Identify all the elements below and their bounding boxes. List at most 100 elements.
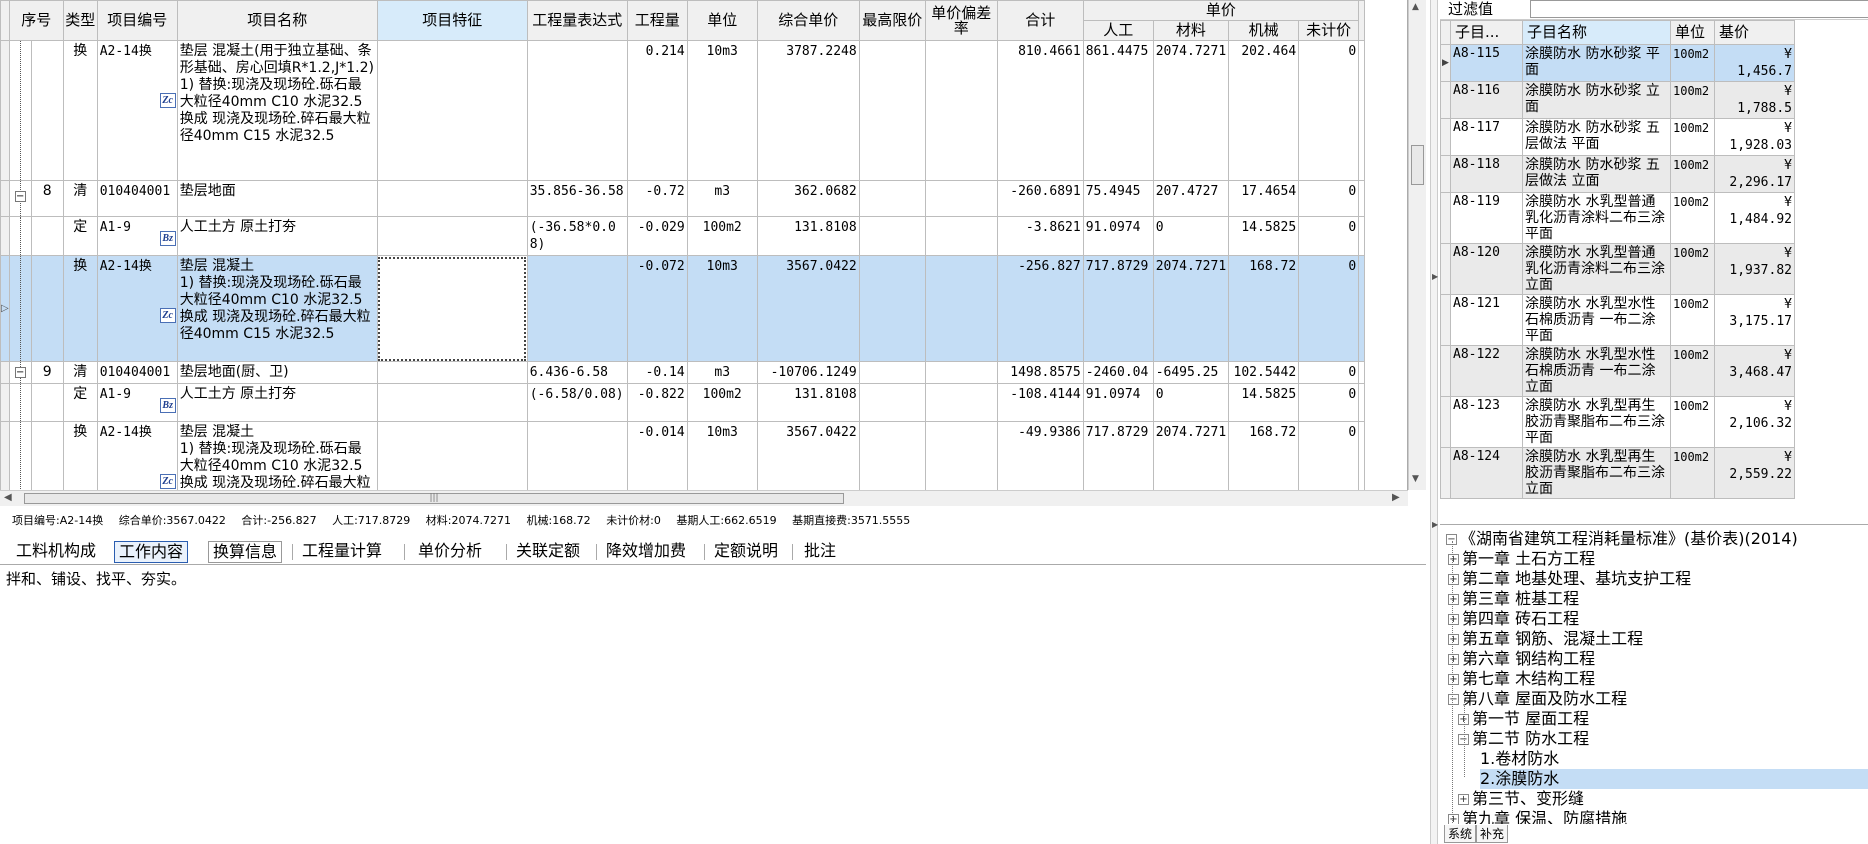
cell-material[interactable]: -6495.25 bbox=[1152, 361, 1230, 384]
cell-labor[interactable]: 91.0974 bbox=[1082, 216, 1154, 256]
quota-price[interactable]: ¥1,937.82 bbox=[1714, 243, 1795, 295]
cell-material[interactable]: 2074.7271 bbox=[1152, 255, 1230, 362]
quota-unit[interactable]: 100m2 bbox=[1670, 294, 1715, 346]
cell-total[interactable]: -260.6891 bbox=[996, 180, 1084, 217]
row-indicator[interactable] bbox=[1440, 396, 1451, 448]
table-row[interactable]: 定 A1-9 Bz 人工土方 原土打夯 (-6.58/0.08) -0.822 100m2 1… bbox=[0, 383, 1366, 422]
cell-total[interactable]: -108.4144 bbox=[996, 383, 1084, 422]
scroll-down-icon[interactable]: ▼ bbox=[1412, 474, 1419, 484]
table-row[interactable]: 换 A2-14换 Zc 垫层 混凝土 1) 替换:现浇及现场砼.砾石最大粒径40mm … bbox=[0, 421, 1366, 490]
cell-unpriced[interactable]: 0 bbox=[1298, 421, 1360, 490]
header-unit-price[interactable]: 综合单价 bbox=[756, 0, 860, 41]
cell-labor[interactable]: 717.8729 bbox=[1082, 255, 1154, 362]
tab-quota-notes[interactable]: 定额说明 bbox=[710, 541, 782, 563]
collapse-icon[interactable]: − bbox=[1448, 694, 1459, 705]
tree-item[interactable]: 1.卷材防水 bbox=[1480, 749, 1559, 769]
cell-qty-expr[interactable] bbox=[526, 255, 628, 362]
tab-price-analysis[interactable]: 单价分析 bbox=[414, 541, 486, 563]
cell-type[interactable]: 定 bbox=[62, 383, 98, 422]
hscroll-thumb[interactable]: ||| bbox=[24, 493, 844, 504]
cell-name[interactable]: 垫层 混凝土 1) 替换:现浇及现场砼.砾石最大粒径40mm C10 水泥32.… bbox=[176, 421, 378, 490]
table-row[interactable]: − 9 清 010404001 垫层地面(厨、卫) 6.436-6.58 -0.14 m3-… bbox=[0, 361, 1366, 384]
quota-price[interactable]: ¥1,928.03 bbox=[1714, 118, 1795, 156]
row-indicator[interactable] bbox=[1440, 447, 1451, 499]
row-indicator[interactable] bbox=[1440, 155, 1451, 193]
cell-deviation[interactable] bbox=[924, 383, 998, 422]
rgrid-header-name[interactable]: 子目名称 bbox=[1522, 20, 1671, 45]
quota-price[interactable]: ¥2,106.32 bbox=[1714, 396, 1795, 448]
quota-code[interactable]: A8-121 bbox=[1450, 294, 1523, 346]
cell-total[interactable]: -256.827 bbox=[996, 255, 1084, 362]
cell-max-price[interactable] bbox=[858, 180, 926, 217]
tree-chapter[interactable]: + 第四章 砖石工程 bbox=[1448, 609, 1579, 629]
cell-code[interactable]: A2-14换 Zc bbox=[96, 40, 178, 181]
quota-code[interactable]: A8-119 bbox=[1450, 192, 1523, 244]
quota-unit[interactable]: 100m2 bbox=[1670, 447, 1715, 499]
tree-chapter[interactable]: + 第七章 木结构工程 bbox=[1448, 669, 1595, 689]
quota-unit[interactable]: 100m2 bbox=[1670, 192, 1715, 244]
tree-section[interactable]: − 第二节 防水工程 bbox=[1458, 729, 1589, 749]
cell-machine[interactable]: 14.5825 bbox=[1228, 216, 1300, 256]
cell-unit-price[interactable]: 131.8108 bbox=[756, 216, 860, 256]
cell-labor[interactable]: -2460.04 bbox=[1082, 361, 1154, 384]
quota-name[interactable]: 涂膜防水 防水砂浆 五层做法 平面 bbox=[1522, 118, 1671, 156]
cell-feature[interactable] bbox=[376, 383, 528, 422]
row-indicator[interactable] bbox=[1440, 294, 1451, 346]
cell-code[interactable]: A1-9 Bz bbox=[96, 383, 178, 422]
quota-unit[interactable]: 100m2 bbox=[1670, 118, 1715, 156]
row-indicator[interactable] bbox=[0, 361, 10, 384]
quota-chapter-tree[interactable]: − 《湖南省建筑工程消耗量标准》(基价表)(2014) + 第一章 土石方工程 + 第二章… bbox=[1440, 524, 1868, 824]
quota-code[interactable]: A8-123 bbox=[1450, 396, 1523, 448]
panel-splitter[interactable]: ▶ ▶ bbox=[1430, 0, 1438, 844]
cell-seq[interactable]: 8 bbox=[30, 180, 64, 217]
cell-machine[interactable]: 102.5442 bbox=[1228, 361, 1300, 384]
quota-price[interactable]: ¥3,468.47 bbox=[1714, 345, 1795, 397]
quota-unit[interactable]: 100m2 bbox=[1670, 81, 1715, 119]
rgrid-header-price[interactable]: 基价 bbox=[1714, 20, 1795, 45]
header-name[interactable]: 项目名称 bbox=[176, 0, 378, 41]
row-indicator[interactable] bbox=[0, 40, 10, 181]
expand-icon[interactable]: + bbox=[1448, 594, 1459, 605]
cell-unit[interactable]: 100m2 bbox=[686, 216, 758, 256]
cell-name[interactable]: 垫层地面 bbox=[176, 180, 378, 217]
cell-qty-expr[interactable] bbox=[526, 421, 628, 490]
cell-labor[interactable]: 75.4945 bbox=[1082, 180, 1154, 217]
cell-name[interactable]: 人工土方 原土打夯 bbox=[176, 216, 378, 256]
quota-price[interactable]: ¥2,296.17 bbox=[1714, 155, 1795, 193]
cell-code[interactable]: 010404001 bbox=[96, 361, 178, 384]
quota-row[interactable]: A8-117 涂膜防水 防水砂浆 五层做法 平面 100m2 ¥1,928.03 bbox=[1440, 118, 1795, 156]
quota-price[interactable]: ¥1,484.92 bbox=[1714, 192, 1795, 244]
tab-supplement[interactable]: 补充 bbox=[1476, 825, 1509, 843]
cell-total[interactable]: -49.9386 bbox=[996, 421, 1084, 490]
quota-code[interactable]: A8-120 bbox=[1450, 243, 1523, 295]
cell-seq[interactable] bbox=[30, 383, 64, 422]
cell-seq[interactable]: 9 bbox=[30, 361, 64, 384]
table-row[interactable]: 换 A2-14换 Zc 垫层 混凝土(用于独立基础、条形基础、房心回填R*1.2,J*… bbox=[0, 40, 1366, 181]
collapse-icon[interactable]: − bbox=[14, 367, 26, 378]
scroll-up-icon[interactable]: ▲ bbox=[1412, 2, 1419, 12]
cell-qty[interactable]: -0.822 bbox=[626, 383, 688, 422]
cell-feature[interactable] bbox=[376, 421, 528, 490]
cell-type[interactable]: 定 bbox=[62, 216, 98, 256]
cell-max-price[interactable] bbox=[858, 40, 926, 181]
scroll-right-icon[interactable]: ▶ bbox=[1392, 492, 1400, 503]
cell-labor[interactable]: 91.0974 bbox=[1082, 383, 1154, 422]
tree-chapter[interactable]: + 第五章 钢筋、混凝土工程 bbox=[1448, 629, 1643, 649]
cell-qty-expr[interactable]: 35.856-36.58 bbox=[526, 180, 628, 217]
cell-feature[interactable] bbox=[376, 361, 528, 384]
tree-cell[interactable]: − bbox=[8, 361, 32, 384]
quota-price[interactable]: ¥2,559.22 bbox=[1714, 447, 1795, 499]
quota-item-grid[interactable]: 子目... 子目名称 单位 基价 ▶ A8-115 涂膜防水 防水砂浆 平面 100m… bbox=[1440, 20, 1868, 517]
expand-icon[interactable]: + bbox=[1448, 554, 1459, 565]
row-indicator[interactable]: ▶ bbox=[1440, 44, 1451, 82]
cell-qty[interactable]: -0.072 bbox=[626, 255, 688, 362]
cell-machine[interactable]: 14.5825 bbox=[1228, 383, 1300, 422]
cell-material[interactable]: 0 bbox=[1152, 383, 1230, 422]
cell-material[interactable]: 207.4727 bbox=[1152, 180, 1230, 217]
quota-name[interactable]: 涂膜防水 水乳型水性石棉质沥青 一布二涂 立面 bbox=[1522, 345, 1671, 397]
tab-work-content[interactable]: 工作内容 bbox=[114, 541, 189, 563]
cell-total[interactable]: -3.8621 bbox=[996, 216, 1084, 256]
tree-chapter[interactable]: + 第三章 桩基工程 bbox=[1448, 589, 1579, 609]
cell-seq[interactable] bbox=[30, 255, 64, 362]
header-qty-expr[interactable]: 工程量表达式 bbox=[526, 0, 628, 41]
